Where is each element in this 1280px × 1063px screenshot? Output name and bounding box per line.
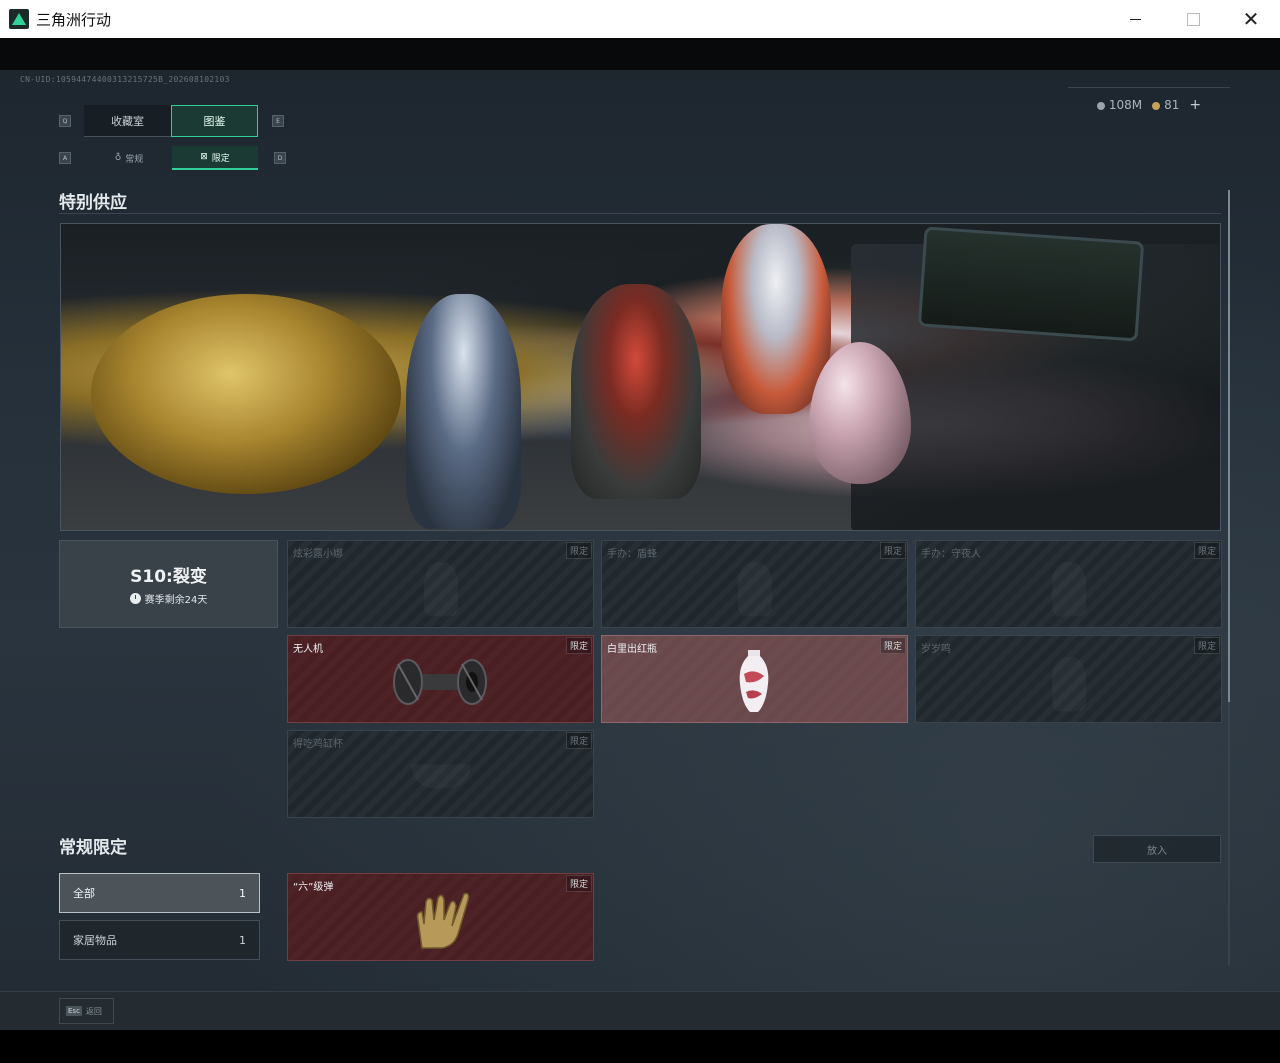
- item-silhouette: [411, 764, 471, 788]
- clock-icon: [129, 593, 141, 604]
- item-card[interactable]: 手办：守夜人 限定: [915, 540, 1222, 628]
- limited-badge: 限定: [565, 732, 592, 749]
- tab-limited[interactable]: ⊠ 限定: [172, 146, 258, 170]
- item-name: 白里出红瓶: [607, 644, 657, 655]
- esc-key-icon: Esc: [66, 1006, 82, 1016]
- item-name: 炫彩露小娜: [293, 549, 343, 560]
- limited-badge: 限定: [565, 637, 592, 654]
- tab-collection-room[interactable]: 收藏室: [84, 105, 171, 137]
- item-silhouette: [1052, 562, 1086, 616]
- season-title: S10:裂变: [130, 567, 207, 587]
- item-card[interactable]: 无人机 限定: [287, 635, 594, 723]
- limited-icon: ⊠: [200, 152, 208, 162]
- place-button[interactable]: 放入: [1093, 835, 1221, 863]
- gold-coin-icon: [1152, 101, 1161, 110]
- silver-coin-icon: [1096, 101, 1105, 110]
- season-remaining-text: 赛季剩余24天: [144, 595, 208, 606]
- key-hint-e: E: [272, 115, 284, 127]
- main-tabs: 收藏室 图鉴: [84, 105, 258, 137]
- bottom-bar: [0, 991, 1280, 1030]
- filter-all[interactable]: 全部 1: [59, 873, 260, 913]
- special-supply-title: 特别供应: [59, 193, 127, 213]
- item-card[interactable]: 手办：盾蜂 限定: [601, 540, 908, 628]
- gold-currency: 81: [1152, 98, 1179, 112]
- regular-limited-title: 常规限定: [59, 838, 127, 858]
- item-name: 手办：盾蜂: [607, 549, 657, 560]
- tab-regular-label: 常规: [125, 154, 144, 165]
- minimize-icon[interactable]: [1106, 0, 1164, 38]
- item-card[interactable]: 白里出红瓶 限定: [601, 635, 908, 723]
- item-card[interactable]: 炫彩露小娜 限定: [287, 540, 594, 628]
- add-currency-button[interactable]: +: [1189, 97, 1201, 113]
- limited-badge: 限定: [1193, 637, 1220, 654]
- special-supply-banner[interactable]: [60, 223, 1221, 531]
- tab-regular[interactable]: ♁ 常规: [86, 146, 172, 170]
- silver-amount: 108M: [1108, 97, 1143, 112]
- season-card: S10:裂变 赛季剩余24天: [59, 540, 278, 628]
- item-silhouette: [738, 562, 772, 616]
- item-name: 无人机: [293, 644, 323, 655]
- key-hint-q: Q: [59, 115, 71, 127]
- close-icon[interactable]: ✕: [1222, 0, 1280, 38]
- item-name: 手办：守夜人: [921, 549, 981, 560]
- limited-badge: 限定: [565, 542, 592, 559]
- drone-icon: [393, 659, 487, 705]
- limited-badge: 限定: [565, 875, 592, 892]
- item-name: 岁岁鸣: [921, 644, 951, 655]
- item-name: “六”级弹: [293, 882, 334, 893]
- filter-label: 家居物品: [73, 934, 117, 947]
- sub-tabs: ♁ 常规 ⊠ 限定: [86, 146, 258, 170]
- back-button[interactable]: Esc 返回: [59, 998, 114, 1024]
- filter-home-items[interactable]: 家居物品 1: [59, 920, 260, 960]
- limited-badge: 限定: [1193, 542, 1220, 559]
- item-silhouette: [424, 562, 458, 616]
- limited-badge: 限定: [879, 542, 906, 559]
- window-controls: ✕: [1106, 0, 1280, 38]
- item-card[interactable]: 得吃鸡缸杯 限定: [287, 730, 594, 818]
- banner-figure-robot: [406, 294, 521, 529]
- season-remaining: 赛季剩余24天: [129, 591, 208, 606]
- banner-device: [917, 226, 1145, 342]
- banner-golden-turtle: [91, 294, 401, 494]
- back-label: 返回: [85, 1006, 102, 1016]
- limited-badge: 限定: [879, 637, 906, 654]
- key-hint-a: A: [59, 152, 71, 164]
- filter-count: 1: [239, 933, 246, 947]
- tab-limited-label: 限定: [211, 153, 230, 164]
- filter-label: 全部: [73, 887, 95, 900]
- vase-icon: [739, 650, 769, 712]
- game-viewport: CN-UID:10594474400313215725B_20260810210…: [0, 38, 1280, 1030]
- bottom-letterbox: [0, 1030, 1280, 1063]
- scrollbar-thumb[interactable]: [1228, 190, 1230, 702]
- tab-catalog[interactable]: 图鉴: [171, 105, 258, 137]
- item-name: 得吃鸡缸杯: [293, 739, 343, 750]
- top-strip: [0, 38, 1280, 70]
- item-card[interactable]: 岁岁鸣 限定: [915, 635, 1222, 723]
- key-hint-d: D: [274, 152, 286, 164]
- currency-panel: 108M 81 +: [1068, 87, 1230, 121]
- item-card[interactable]: “六”级弹 限定: [287, 873, 594, 961]
- window-title: 三角洲行动: [36, 10, 112, 29]
- regular-icon: ♁: [114, 153, 122, 163]
- window-titlebar: 三角洲行动 ✕: [0, 0, 1280, 38]
- silver-currency: 108M: [1096, 97, 1143, 112]
- section-divider: [59, 213, 1221, 214]
- maximize-icon[interactable]: [1164, 0, 1222, 38]
- item-silhouette: [1052, 657, 1086, 711]
- gold-amount: 81: [1164, 97, 1180, 112]
- banner-figure-hooded: [571, 284, 701, 499]
- glove-icon: [416, 892, 470, 949]
- filter-count: 1: [239, 886, 246, 900]
- player-uid: CN-UID:10594474400313215725B_20260810210…: [20, 75, 230, 84]
- delta-force-logo-icon: [9, 9, 29, 29]
